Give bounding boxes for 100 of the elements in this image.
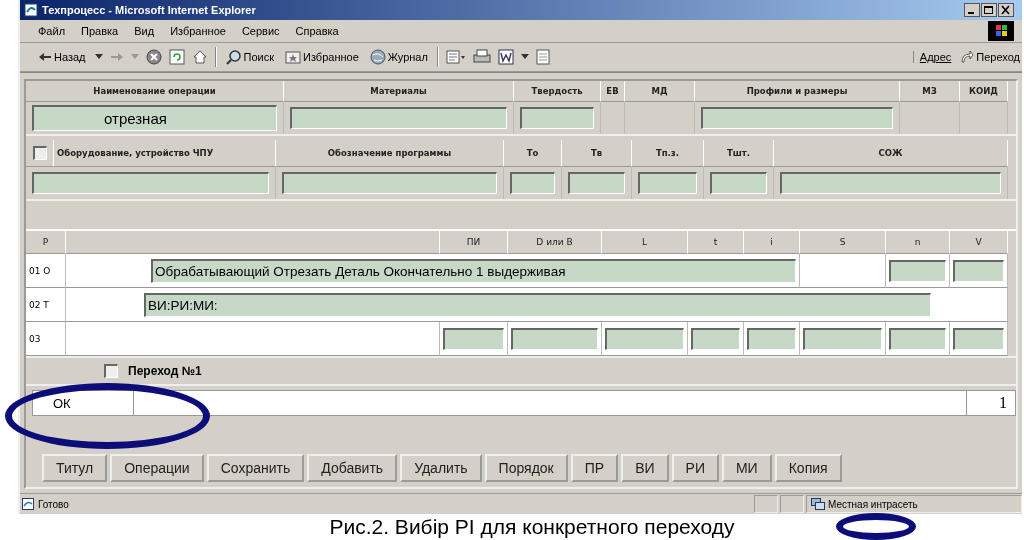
stop-icon[interactable]: [145, 49, 162, 65]
back-button[interactable]: Назад: [36, 49, 88, 65]
page-icon[interactable]: [22, 498, 34, 510]
column-header: Оборудование, устройство ЧПУ: [54, 140, 276, 167]
windows-logo-icon[interactable]: [988, 21, 1014, 41]
column-header: n: [886, 231, 950, 254]
menu-item[interactable]: Правка: [81, 25, 119, 37]
input-field[interactable]: отрезная: [32, 105, 277, 131]
input-field[interactable]: [510, 172, 555, 194]
column-header: i: [744, 231, 800, 254]
menu-item[interactable]: Справка: [295, 25, 339, 37]
input-field[interactable]: [701, 107, 893, 129]
input-field[interactable]: [638, 172, 697, 194]
window-title: Техпроцесс - Microsoft Internet Explorer: [42, 4, 256, 16]
history-button[interactable]: Журнал: [367, 47, 430, 67]
input-field[interactable]: [282, 172, 497, 194]
input-field[interactable]: ВИ:РИ:МИ:: [144, 292, 931, 317]
input-field[interactable]: [520, 107, 594, 129]
column-header: Профили и размеры: [695, 81, 900, 102]
address-label: Адрес: [912, 51, 952, 63]
form-button[interactable]: Копия: [774, 454, 842, 482]
document-w-icon[interactable]: [497, 49, 514, 65]
form-button[interactable]: РИ: [671, 454, 719, 482]
search-button[interactable]: Поиск: [223, 47, 276, 67]
search-icon[interactable]: [225, 49, 242, 65]
zone-text: Местная интрасеть: [828, 498, 918, 510]
menu-item[interactable]: Избранное: [170, 25, 226, 37]
column-header: СОЖ: [774, 140, 1008, 167]
column-header: То: [504, 140, 562, 167]
input-field[interactable]: [803, 327, 882, 350]
column-header: V: [950, 231, 1008, 254]
minimize-icon[interactable]: [964, 3, 980, 17]
input-field[interactable]: [953, 259, 1004, 282]
column-header: L: [602, 231, 688, 254]
figure-caption: Рис.2. Вибір РІ для конкретного переходу: [328, 514, 735, 540]
form-button[interactable]: ПР: [570, 454, 619, 482]
menu-item[interactable]: Файл: [38, 25, 66, 37]
browser-icon[interactable]: [24, 3, 38, 17]
input-field[interactable]: [605, 327, 684, 350]
column-header: Наименование операции: [26, 81, 284, 102]
column-header: Тшт.: [704, 140, 774, 167]
form-button[interactable]: Операции: [110, 454, 204, 482]
caret-icon[interactable]: [520, 54, 529, 60]
input-field[interactable]: [710, 172, 767, 194]
form-button[interactable]: МИ: [721, 454, 772, 482]
go-button[interactable]: Переход: [958, 48, 1022, 66]
input-field[interactable]: [747, 327, 796, 350]
column-header: ЕВ: [601, 81, 625, 102]
back-arrow-icon[interactable]: [38, 52, 52, 62]
menu-item[interactable]: Сервис: [241, 25, 280, 37]
input-field[interactable]: [780, 172, 1001, 194]
input-field[interactable]: Обрабатывающий Отрезать Деталь Окончательно 1 выдерживая: [151, 258, 796, 283]
status-cell: ОК: [33, 391, 134, 415]
column-header: Тв: [562, 140, 632, 167]
row-number: 03: [26, 322, 66, 356]
form-button[interactable]: Добавить: [307, 454, 398, 482]
input-field[interactable]: [32, 172, 269, 194]
column-header: МЗ: [900, 81, 960, 102]
input-field[interactable]: [691, 327, 740, 350]
row-number: 01 О: [26, 254, 66, 288]
form-button[interactable]: Сохранить: [206, 454, 305, 482]
column-header: Обозначение программы: [276, 140, 504, 167]
network-icon[interactable]: [811, 498, 825, 510]
column-header: t: [688, 231, 744, 254]
status-text: Готово: [38, 498, 69, 510]
input-field[interactable]: [953, 327, 1004, 350]
form-button[interactable]: ВИ: [621, 454, 669, 482]
input-field[interactable]: [511, 327, 598, 350]
column-header: ПИ: [440, 231, 508, 254]
maximize-icon[interactable]: [981, 3, 997, 17]
printer-icon[interactable]: [472, 49, 491, 65]
checkbox[interactable]: [32, 146, 47, 160]
form-button[interactable]: Удалить: [400, 454, 482, 482]
menu-item[interactable]: Вид: [134, 25, 155, 37]
input-field[interactable]: [568, 172, 625, 194]
page-number: 1: [966, 391, 1015, 415]
column-header: КОИД: [960, 81, 1008, 102]
form-button[interactable]: Титул: [42, 454, 108, 482]
globe-icon[interactable]: [369, 49, 386, 65]
column-header: Материалы: [284, 81, 514, 102]
form-button[interactable]: Порядок: [484, 454, 568, 482]
column-header: Тп.з.: [632, 140, 704, 167]
input-field[interactable]: [889, 259, 946, 282]
section-title: Переход №1: [128, 364, 202, 378]
column-header: D или В: [508, 231, 602, 254]
refresh-icon[interactable]: [168, 49, 185, 65]
input-field[interactable]: [290, 107, 507, 129]
column-header: Р: [26, 231, 66, 254]
caret-icon[interactable]: [94, 54, 103, 60]
column-header: Твердость: [514, 81, 601, 102]
close-icon[interactable]: [998, 3, 1014, 17]
column-header: МД: [625, 81, 695, 102]
home-icon[interactable]: [191, 49, 208, 65]
favorites-button[interactable]: Избранное: [283, 47, 361, 67]
row-number: 02 Т: [26, 288, 66, 322]
go-arrow-icon[interactable]: [960, 50, 975, 64]
input-field[interactable]: [443, 327, 504, 350]
checkbox[interactable]: [104, 364, 118, 378]
column-header: S: [800, 231, 886, 254]
input-field[interactable]: [889, 327, 946, 350]
